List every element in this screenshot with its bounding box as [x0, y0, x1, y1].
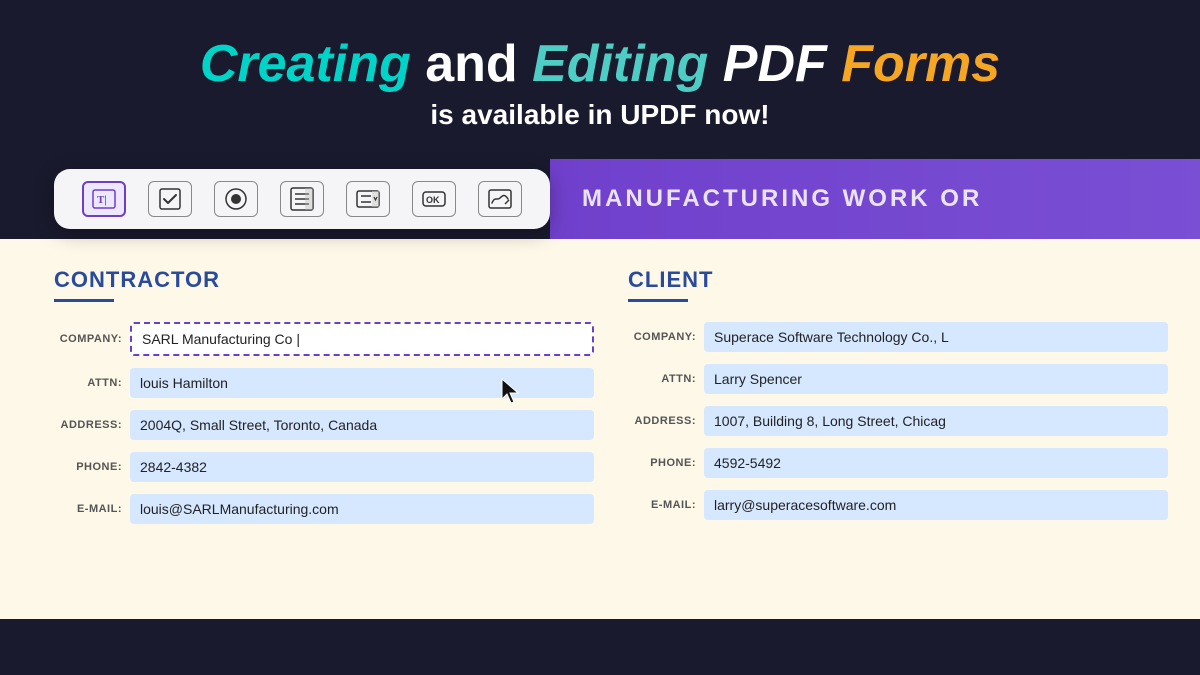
contractor-title: CONTRACTOR — [54, 267, 594, 293]
client-email-row: E-MAIL: — [628, 490, 1168, 520]
client-address-input[interactable] — [704, 406, 1168, 436]
contractor-attn-label: ATTN: — [54, 377, 122, 389]
client-company-row: COMPANY: — [628, 322, 1168, 352]
client-email-input[interactable] — [704, 490, 1168, 520]
word-pdf: PDF — [723, 35, 841, 93]
client-company-label: COMPANY: — [628, 331, 696, 343]
contractor-company-row: COMPANY: — [54, 322, 594, 356]
client-phone-label: PHONE: — [628, 457, 696, 469]
banner-wrap: MANUFACTURING WORK OR — [550, 159, 1200, 239]
banner-text: MANUFACTURING WORK OR — [582, 185, 982, 213]
client-company-input[interactable] — [704, 322, 1168, 352]
word-and: and — [425, 35, 532, 93]
contractor-address-row: ADDRESS: — [54, 410, 594, 440]
contractor-phone-label: PHONE: — [54, 461, 122, 473]
list-tool[interactable] — [280, 181, 324, 217]
combo-tool[interactable] — [346, 181, 390, 217]
client-address-row: ADDRESS: — [628, 406, 1168, 436]
form-area: CONTRACTOR COMPANY: ATTN: ADDRESS: PHONE… — [0, 239, 1200, 619]
toolbar: T| — [54, 169, 550, 229]
contractor-email-input[interactable] — [130, 494, 594, 524]
text-field-tool[interactable]: T| — [82, 181, 126, 217]
toolbar-banner-row: T| — [0, 159, 1200, 239]
form-columns: CONTRACTOR COMPANY: ATTN: ADDRESS: PHONE… — [54, 267, 1168, 536]
contractor-company-input[interactable] — [130, 322, 594, 356]
client-column: CLIENT COMPANY: ATTN: ADDRESS: PHONE: — [618, 267, 1168, 536]
contractor-column: CONTRACTOR COMPANY: ATTN: ADDRESS: PHONE… — [54, 267, 618, 536]
contractor-underline — [54, 299, 114, 302]
contractor-company-label: COMPANY: — [54, 333, 122, 345]
button-tool[interactable]: OK — [412, 181, 456, 217]
word-editing: Editing — [532, 35, 708, 93]
client-address-label: ADDRESS: — [628, 415, 696, 427]
headline-line1: Creating and Editing PDF Forms — [20, 36, 1180, 93]
contractor-phone-input[interactable] — [130, 452, 594, 482]
contractor-phone-row: PHONE: — [54, 452, 594, 482]
checkbox-tool[interactable] — [148, 181, 192, 217]
word-creating: Creating — [200, 35, 411, 93]
contractor-address-input[interactable] — [130, 410, 594, 440]
headline-line2: is available in UPDF now! — [20, 99, 1180, 131]
signature-tool[interactable] — [478, 181, 522, 217]
client-attn-input[interactable] — [704, 364, 1168, 394]
contractor-email-label: E-MAIL: — [54, 503, 122, 515]
header: Creating and Editing PDF Forms is availa… — [0, 0, 1200, 159]
radio-tool[interactable] — [214, 181, 258, 217]
client-title: CLIENT — [628, 267, 1168, 293]
client-phone-input[interactable] — [704, 448, 1168, 478]
contractor-email-row: E-MAIL: — [54, 494, 594, 524]
client-attn-row: ATTN: — [628, 364, 1168, 394]
svg-text:T|: T| — [97, 194, 107, 206]
client-phone-row: PHONE: — [628, 448, 1168, 478]
word-forms: Forms — [841, 35, 1000, 93]
svg-text:OK: OK — [426, 195, 440, 205]
contractor-attn-row: ATTN: — [54, 368, 594, 398]
client-underline — [628, 299, 688, 302]
client-email-label: E-MAIL: — [628, 499, 696, 511]
contractor-attn-input[interactable] — [130, 368, 594, 398]
client-attn-label: ATTN: — [628, 373, 696, 385]
toolbar-wrap: T| — [0, 159, 550, 239]
contractor-address-label: ADDRESS: — [54, 419, 122, 431]
